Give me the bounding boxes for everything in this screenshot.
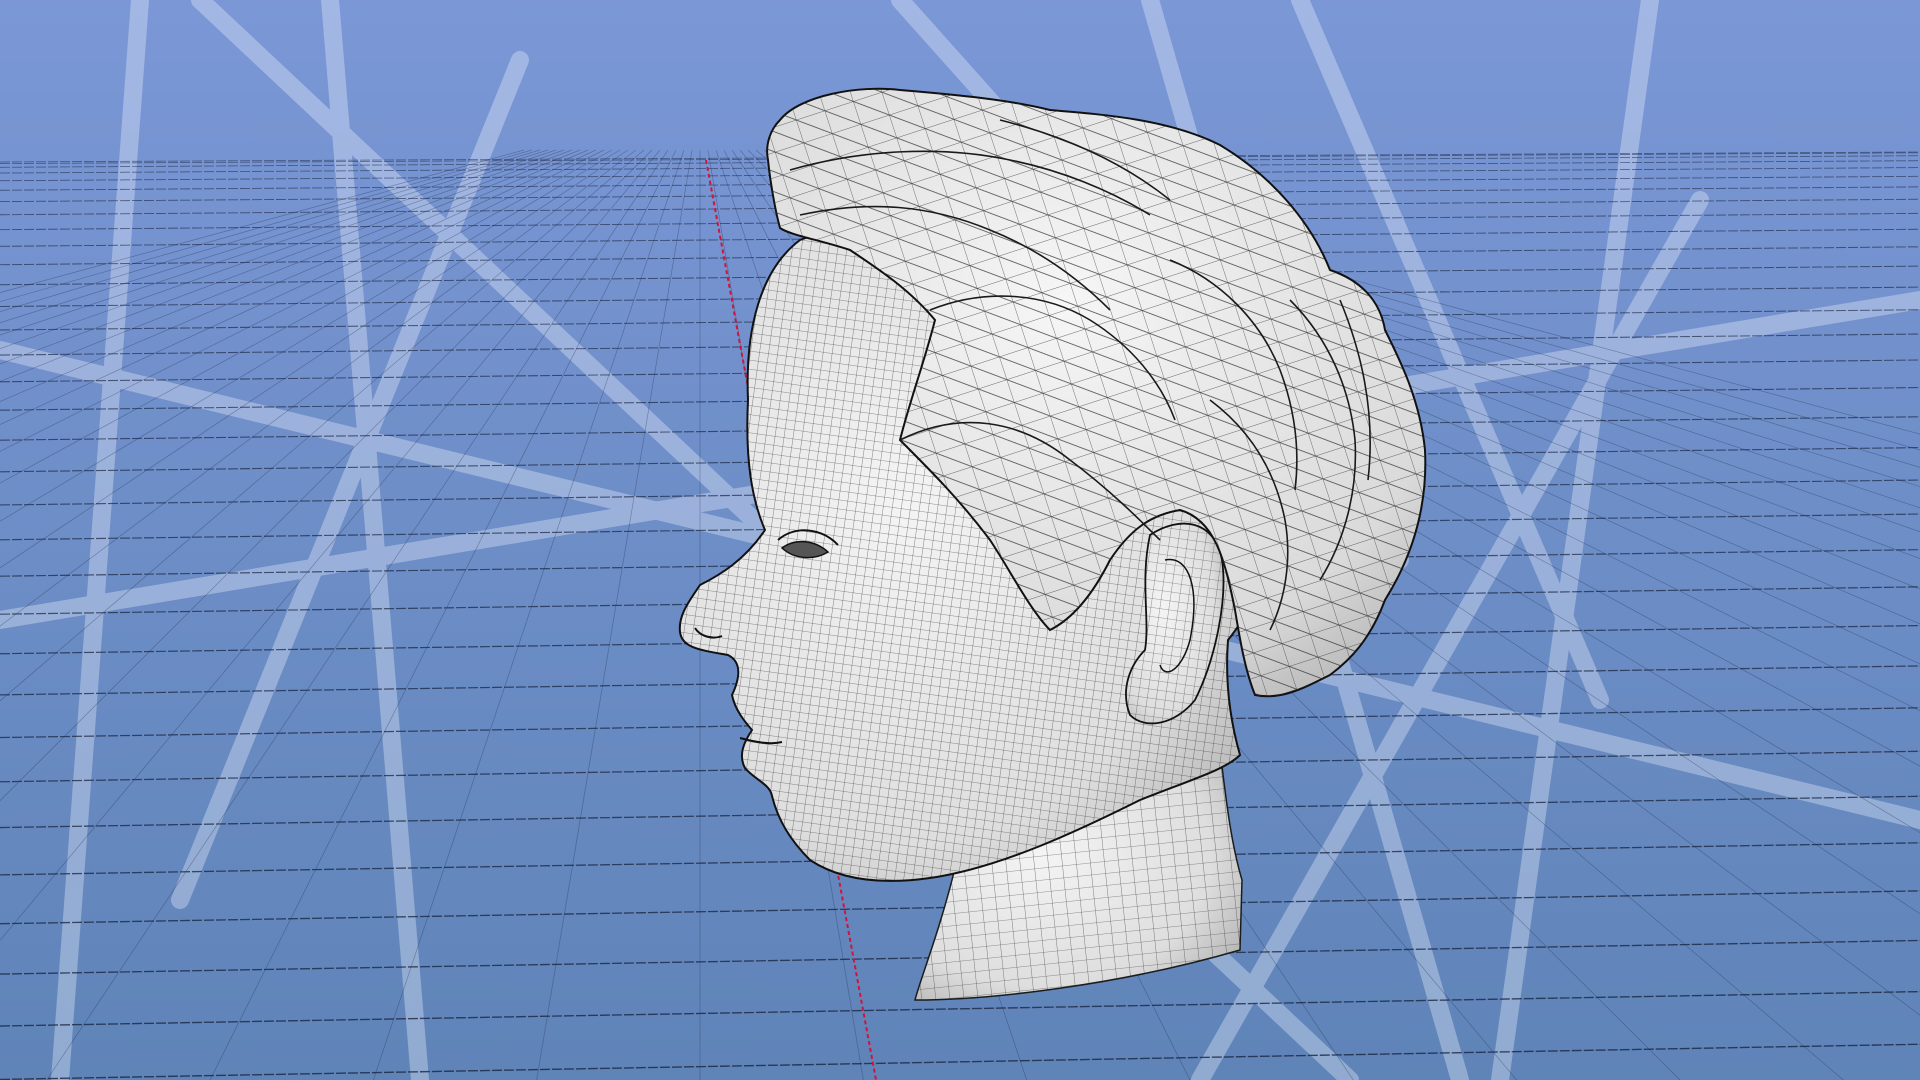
3d-viewport[interactable] (0, 0, 1920, 1080)
viewport-canvas[interactable] (0, 0, 1920, 1080)
